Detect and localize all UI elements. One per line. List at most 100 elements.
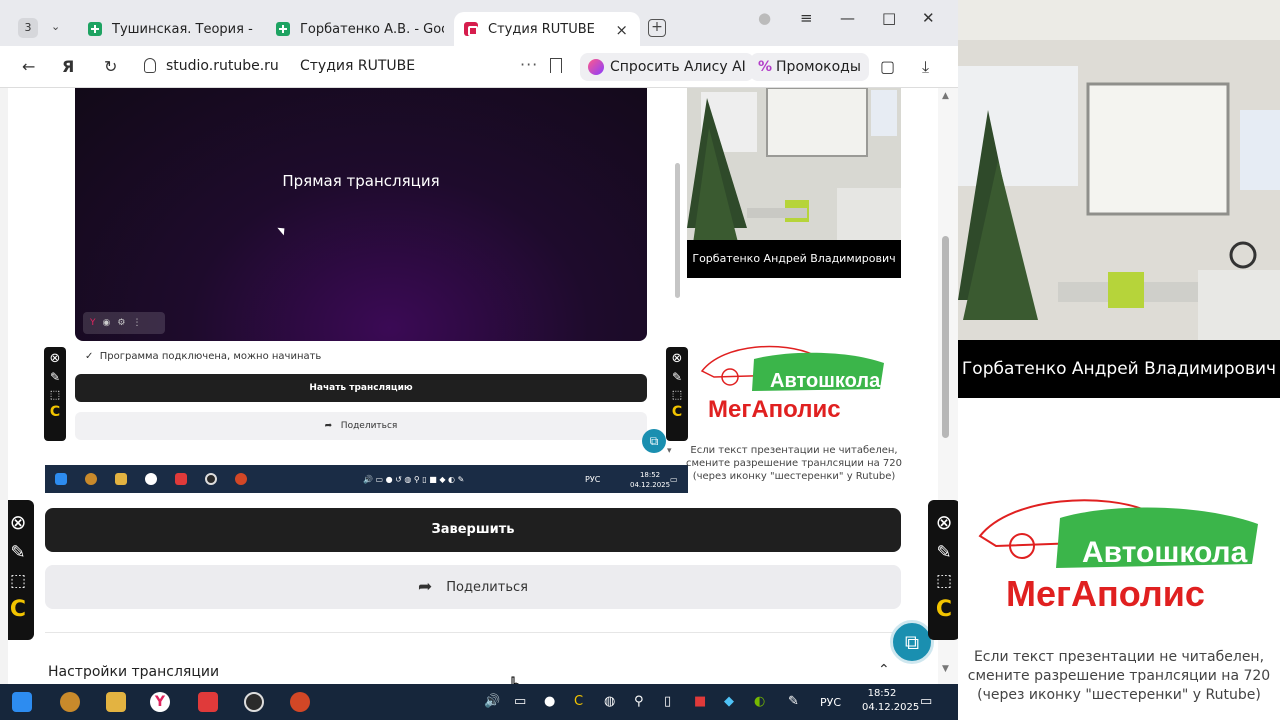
preview-title: Прямая трансляция (282, 172, 440, 190)
camera-name-small: Горбатенко Андрей Владимирович (687, 240, 901, 278)
logo-text-top: Автошкола (770, 370, 881, 392)
drawing-toolbar-right: ⊗ ✎ ⬚ C (928, 500, 958, 640)
obs-tray-icon[interactable]: ◍ (604, 694, 615, 709)
powerpoint-icon[interactable] (290, 692, 310, 712)
promo-note-small: Если текст презентации не читабелен, сме… (685, 445, 902, 482)
megapolis-logo: Автошкола МегАполис (978, 499, 1258, 614)
close-circle-icon: ⊗ (49, 351, 61, 366)
profile-icon[interactable]: ● (758, 9, 771, 27)
app-icon[interactable] (60, 692, 80, 712)
maximize-icon[interactable]: □ (882, 9, 896, 27)
close-tab-icon[interactable]: × (615, 21, 628, 39)
url-text[interactable]: studio.rutube.ru (166, 58, 279, 74)
new-tab-button[interactable]: + (648, 19, 666, 37)
obs-icon (205, 473, 217, 485)
refresh-icon: C (671, 404, 683, 420)
notifications-icon: ▭ (670, 475, 678, 484)
more-icon[interactable]: ··· (520, 55, 538, 74)
network-icon[interactable]: ▭ (514, 694, 526, 709)
scroll-up-icon[interactable]: ▲ (942, 91, 949, 101)
volume-icon[interactable]: 🔊 (484, 694, 500, 709)
downloads-icon[interactable]: ⤓ (922, 57, 929, 77)
ask-alice-button[interactable]: Спросить Алису AI (580, 53, 754, 81)
clock-date: 04.12.2025 (862, 702, 920, 713)
settings-icon: ⚙ (117, 318, 126, 328)
pen-icon[interactable]: ✎ (928, 542, 958, 563)
site-info-icon[interactable] (144, 58, 156, 73)
drawing-toolbar-small-left: ⊗ ✎ ⬚ C (44, 347, 66, 441)
reload-icon[interactable]: ↻ (104, 57, 117, 76)
record-icon[interactable] (198, 692, 218, 712)
clock-time: 18:52 (867, 688, 897, 699)
screenshot-icon[interactable]: ⬚ (8, 571, 34, 591)
yandex-browser-icon[interactable]: Y (150, 692, 170, 712)
tab-label: Студия RUTUBE (488, 21, 595, 37)
stream-settings-section[interactable]: Настройки трансляции (48, 664, 219, 680)
camera-feed (958, 0, 1280, 340)
pen-icon: ✎ (49, 370, 61, 384)
promo-note: Если текст презентации не читабелен, сме… (967, 649, 1271, 703)
logo-text-top: Автошкола (1082, 536, 1248, 569)
stream-preview: Прямая трансляция Y ◉ ⚙ ⋮ (75, 88, 647, 341)
share-button[interactable]: ➦ Поделиться (45, 565, 901, 609)
screenshot-icon[interactable]: ⬚ (928, 571, 958, 591)
tab-bar: 3 ⌄ Тушинская. Теория - Goo Горбатенко А… (0, 0, 958, 46)
language-indicator[interactable]: РУС (820, 696, 841, 709)
close-window-icon[interactable]: ✕ (922, 9, 935, 27)
check-icon: ✓ (85, 351, 94, 362)
alice-icon (588, 59, 604, 75)
logo: Автошкола МегАполис (966, 490, 1268, 618)
promo-codes-label: Промокоды (776, 59, 861, 75)
promo-codes-button[interactable]: % Промокоды (750, 53, 869, 81)
minimize-icon[interactable]: — (840, 9, 855, 27)
finish-stream-button[interactable]: Завершить (45, 508, 901, 552)
refresh-icon[interactable]: C (928, 597, 958, 622)
tab-gorbatenko[interactable]: Горбатенко А.В. - Google (268, 12, 444, 46)
sheets-icon (88, 22, 102, 36)
more-icon: ⋮ (132, 318, 142, 328)
yandex-icon[interactable]: Я (62, 57, 74, 76)
notifications-icon[interactable]: ▭ (920, 694, 932, 709)
eye-icon: ◉ (102, 318, 111, 328)
close-circle-icon[interactable]: ⊗ (928, 510, 958, 534)
refresh-icon[interactable]: C (8, 597, 34, 622)
rutube-studio-page: Прямая трансляция Y ◉ ⚙ ⋮ ✓ Программа по… (8, 88, 938, 684)
extensions-icon[interactable]: ▢ (880, 57, 895, 76)
close-circle-icon[interactable]: ⊗ (8, 510, 34, 534)
obs-icon[interactable] (244, 692, 264, 712)
start-stream-button: Начать трансляцию (75, 374, 647, 402)
share-icon: ➦ (418, 577, 433, 597)
scrollbar-thumb[interactable] (942, 236, 949, 438)
capture-share-button: ➦ Поделиться (75, 412, 647, 440)
status-line: ✓ Программа подключена, можно начинать (85, 351, 321, 362)
tab-tushinskaya[interactable]: Тушинская. Теория - Goo (80, 12, 256, 46)
back-icon[interactable]: ← (22, 57, 35, 76)
usb-icon[interactable]: ▯ (664, 694, 671, 709)
menu-icon[interactable]: ≡ (800, 9, 813, 27)
scroll-down-icon[interactable]: ▼ (942, 664, 949, 674)
record-icon (175, 473, 187, 485)
browser-window: 3 ⌄ Тушинская. Теория - Goo Горбатенко А… (0, 0, 958, 684)
bookmark-icon[interactable] (550, 58, 562, 73)
clock[interactable]: 18:52 04.12.2025 (862, 687, 920, 715)
logo-small: Автошкола МегАполис (694, 341, 890, 425)
chevron-up-icon[interactable]: ⌃ (878, 662, 890, 678)
captured-lang: РУС (585, 475, 601, 484)
refresh-tray-icon[interactable]: C (574, 694, 583, 709)
record-tray-icon[interactable]: ■ (694, 694, 706, 709)
chevron-down-icon[interactable]: ⌄ (51, 20, 60, 33)
mic-icon[interactable]: ⚲ (634, 694, 644, 709)
tab-count-badge[interactable]: 3 (18, 18, 38, 38)
start-icon[interactable] (12, 692, 32, 712)
app-tray-icon[interactable]: ◆ (724, 694, 734, 709)
pen-tray-icon[interactable]: ✎ (788, 694, 799, 709)
yandex-tray-icon[interactable]: ● (544, 694, 555, 709)
tab-rutube-studio[interactable]: Студия RUTUBE × (454, 12, 640, 46)
capture-share-label: Поделиться (340, 421, 398, 431)
folder-icon[interactable] (106, 692, 126, 712)
refresh-icon: C (49, 404, 61, 420)
start-icon (55, 473, 67, 485)
yandex-icon: Y (90, 318, 96, 328)
gpu-icon[interactable]: ◐ (754, 694, 765, 709)
pen-icon[interactable]: ✎ (8, 542, 34, 563)
